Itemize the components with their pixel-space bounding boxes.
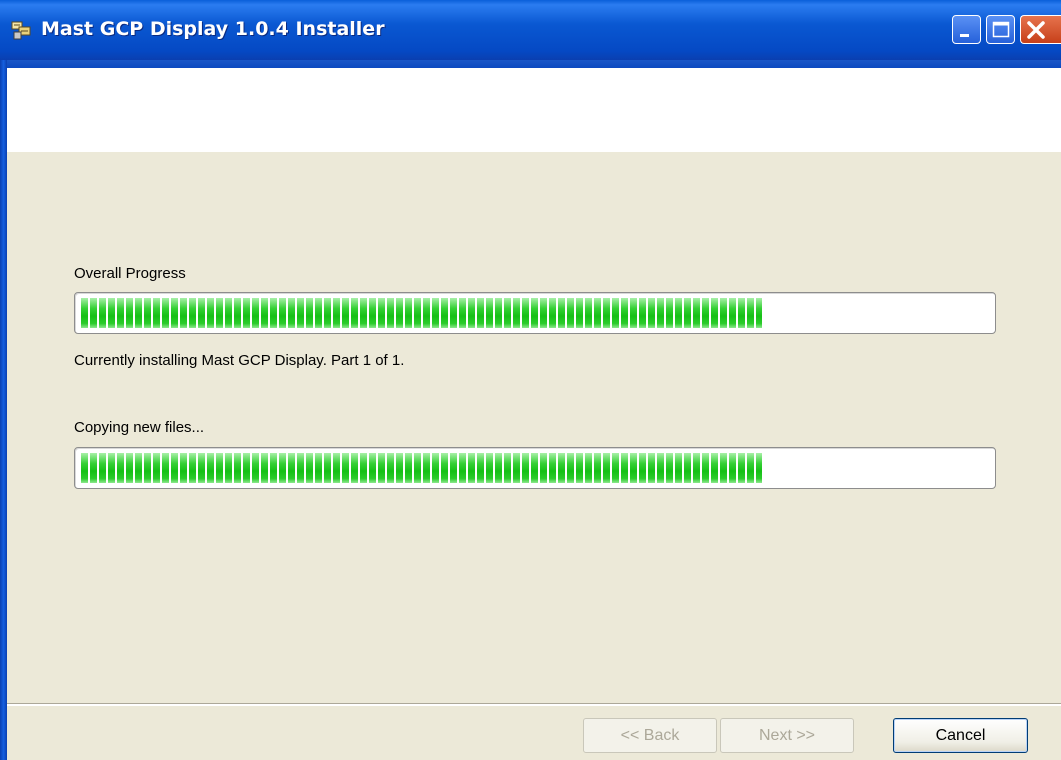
cancel-button[interactable]: Cancel: [893, 718, 1028, 753]
header-banner: [7, 60, 1061, 152]
maximize-icon: [992, 21, 1010, 38]
overall-progress-bar: [74, 292, 996, 334]
close-icon: [1027, 21, 1045, 39]
action-label: Copying new files...: [74, 419, 205, 436]
installer-icon: [10, 19, 32, 41]
banner-edge: [7, 60, 1061, 68]
back-button[interactable]: << Back: [583, 718, 717, 753]
minimize-button[interactable]: [952, 15, 981, 44]
overall-progress-label: Overall Progress: [74, 265, 186, 282]
minimize-icon: [960, 34, 969, 37]
window-title: Mast GCP Display 1.0.4 Installer: [41, 18, 385, 40]
footer-separator: [7, 703, 1061, 706]
status-text: Currently installing Mast GCP Display. P…: [74, 352, 405, 369]
window-frame: [0, 60, 7, 760]
action-progress-bar: [74, 447, 996, 489]
next-button[interactable]: Next >>: [720, 718, 854, 753]
title-bar[interactable]: Mast GCP Display 1.0.4 Installer: [0, 0, 1061, 60]
overall-progress-fill: [81, 298, 762, 328]
maximize-button[interactable]: [986, 15, 1015, 44]
action-progress-fill: [81, 453, 762, 483]
close-button[interactable]: [1020, 15, 1061, 44]
